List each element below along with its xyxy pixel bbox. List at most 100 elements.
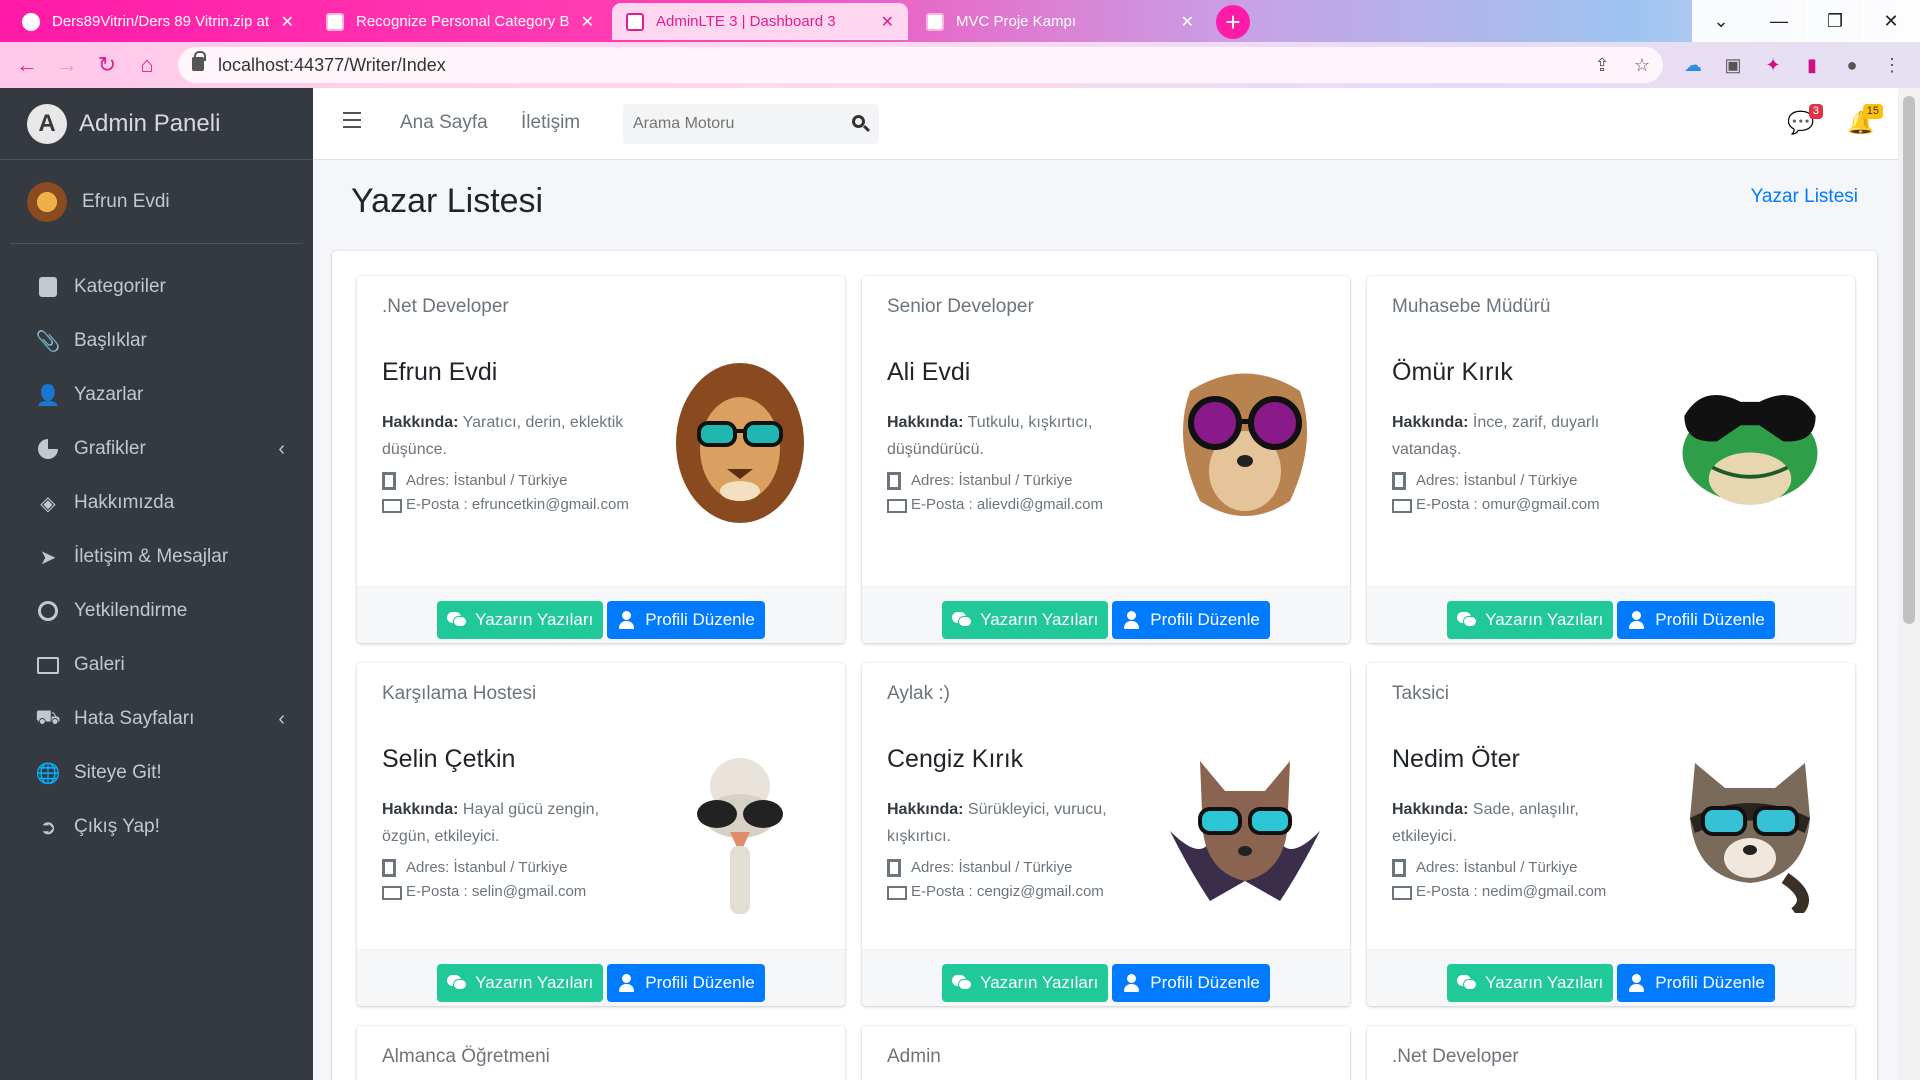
sidebar-item-label: Hakkımızda (74, 492, 175, 513)
tab-search-icon[interactable]: ⌄ (1692, 0, 1750, 42)
sidebar-item-label: Başlıklar (74, 330, 147, 351)
scrollbar-thumb[interactable] (1903, 96, 1915, 624)
clipboard-icon (36, 275, 60, 299)
forward-icon[interactable]: → (52, 50, 82, 80)
browser-tab-strip: Ders89Vitrin/Ders 89 Vitrin.zip at ✕ Rec… (0, 0, 1920, 42)
writer-name: Ömür Kırık (1392, 358, 1513, 386)
sidebar-item-hata-sayfalari[interactable]: ⛟ Hata Sayfaları ‹ (0, 692, 313, 746)
close-icon[interactable]: ✕ (581, 12, 594, 32)
tab-title: AdminLTE 3 | Dashboard 3 (656, 13, 836, 30)
sidebar-icon[interactable]: ▮ (1800, 53, 1824, 77)
breadcrumb[interactable]: Yazar Listesi (1751, 186, 1858, 208)
meerkat-icon (1182, 373, 1308, 516)
writer-name: Cengiz Kırık (887, 745, 1024, 773)
user-icon (1627, 973, 1647, 992)
writer-posts-button[interactable]: Yazarın Yazıları (942, 963, 1109, 1002)
about-label: Hakkında: (382, 801, 459, 818)
menu-icon[interactable]: ⋮ (1880, 53, 1904, 77)
search-input[interactable] (623, 104, 833, 144)
browser-tab[interactable]: Ders89Vitrin/Ders 89 Vitrin.zip at ✕ (8, 3, 308, 40)
address-bar[interactable]: localhost:44377/Writer/Index (178, 47, 1663, 83)
sidebar-item-grafikler[interactable]: Grafikler ‹ (0, 422, 313, 476)
writer-posts-button[interactable]: Yazarın Yazıları (1447, 600, 1614, 639)
brand-text: Admin Paneli (79, 109, 221, 137)
user-icon (617, 610, 637, 629)
writer-posts-button[interactable]: Yazarın Yazıları (437, 600, 604, 639)
comments-icon (1457, 974, 1478, 991)
writer-address: Adres: İstanbul / Türkiye (911, 859, 1073, 876)
close-icon[interactable]: ✕ (281, 12, 294, 32)
sidebar-item-yazarlar[interactable]: 👤 Yazarlar (0, 368, 313, 422)
brand-link[interactable]: A Admin Paneli (0, 88, 313, 160)
tab-title: MVC Proje Kampı (956, 13, 1077, 30)
card-footer: Yazarın Yazıları Profili Düzenle (1367, 949, 1855, 1006)
user-panel[interactable]: Efrun Evdi (10, 160, 303, 244)
minimize-icon[interactable]: — (1750, 0, 1808, 42)
writer-title: .Net Developer (1392, 1046, 1519, 1067)
about-label: Hakkında: (382, 414, 459, 431)
sidebar-item-cikis[interactable]: ➲ Çıkış Yap! (0, 800, 313, 854)
reload-icon[interactable]: ↻ (92, 50, 122, 80)
share-icon[interactable]: ⇪ (1590, 53, 1614, 77)
cloud-extension-icon[interactable]: ☁ (1681, 53, 1705, 77)
nav-link-contact[interactable]: İletişim (521, 112, 580, 134)
edit-profile-button[interactable]: Profili Düzenle (1112, 963, 1270, 1002)
edit-profile-button[interactable]: Profili Düzenle (1617, 600, 1775, 639)
back-icon[interactable]: ← (12, 50, 42, 80)
edit-profile-button[interactable]: Profili Düzenle (1112, 600, 1270, 639)
writer-card: Taksici Nedim Öter Hakkında: Sade, anlaş… (1367, 663, 1855, 1006)
nav-link-home[interactable]: Ana Sayfa (400, 112, 488, 134)
sidebar-item-siteye-git[interactable]: 🌐 Siteye Git! (0, 746, 313, 800)
profile-avatar-icon[interactable]: ● (1840, 53, 1864, 77)
sidebar-item-hakkimizda[interactable]: ◈ Hakkımızda (0, 476, 313, 530)
star-icon[interactable]: ☆ (1630, 53, 1654, 77)
document-icon (926, 12, 944, 31)
writer-posts-button[interactable]: Yazarın Yazıları (1447, 963, 1614, 1002)
writer-address: Adres: İstanbul / Türkiye (1416, 472, 1578, 489)
sidebar-item-kategoriler[interactable]: Kategoriler (0, 260, 313, 314)
user-icon (617, 973, 637, 992)
writer-info: Adres: İstanbul / Türkiye E-Posta : seli… (382, 856, 642, 904)
user-icon (1627, 610, 1647, 629)
search-icon[interactable] (851, 114, 871, 134)
edit-profile-button[interactable]: Profili Düzenle (607, 600, 765, 639)
writer-card: Senior Developer Ali Evdi Hakkında: Tutk… (862, 276, 1350, 643)
browser-tab-active[interactable]: AdminLTE 3 | Dashboard 3 ✕ (612, 3, 908, 40)
new-tab-button[interactable]: + (1216, 5, 1250, 39)
bell-icon[interactable]: 🔔 15 (1847, 104, 1883, 136)
sidebar-item-iletisim[interactable]: ➤ İletişim & Mesajlar (0, 530, 313, 584)
building-icon (1392, 856, 1416, 877)
envelope-icon (887, 493, 911, 513)
writer-avatar-bat (1170, 748, 1320, 913)
sidebar-item-label: Siteye Git! (74, 762, 162, 783)
home-icon[interactable]: ⌂ (132, 50, 162, 80)
messages-icon[interactable]: 💬 3 (1787, 104, 1823, 136)
browser-tab[interactable]: Recognize Personal Category Boo ✕ (312, 3, 608, 40)
writer-avatar-meerkat (1170, 361, 1320, 526)
writer-posts-button[interactable]: Yazarın Yazıları (942, 600, 1109, 639)
writer-posts-button[interactable]: Yazarın Yazıları (437, 963, 604, 1002)
sidebar-item-galeri[interactable]: Galeri (0, 638, 313, 692)
paper-plane-icon: ➤ (39, 546, 57, 569)
sidebar-item-basliklar[interactable]: 📎 Başlıklar (0, 314, 313, 368)
url-text: localhost:44377/Writer/Index (218, 54, 446, 75)
notifications-badge: 15 (1862, 104, 1883, 119)
extensions-icon[interactable]: ✦ (1761, 53, 1785, 77)
close-window-icon[interactable]: ✕ (1862, 0, 1920, 42)
edit-profile-button[interactable]: Profili Düzenle (1617, 963, 1775, 1002)
hamburger-menu-icon[interactable] (343, 112, 361, 128)
browser-tab[interactable]: MVC Proje Kampı ✕ (912, 3, 1208, 40)
restore-icon[interactable]: ❐ (1806, 0, 1864, 42)
envelope-icon (382, 493, 406, 513)
close-icon[interactable]: ✕ (881, 12, 894, 32)
about-label: Hakkında: (887, 801, 964, 818)
writer-email: E-Posta : alievdi@gmail.com (911, 496, 1103, 513)
off-extension-icon[interactable]: ▣ (1721, 53, 1745, 77)
sidebar-item-yetkilendirme[interactable]: Yetkilendirme (0, 584, 313, 638)
about-label: Hakkında: (1392, 414, 1469, 431)
close-icon[interactable]: ✕ (1181, 12, 1194, 32)
edit-profile-button[interactable]: Profili Düzenle (607, 963, 765, 1002)
document-icon (326, 12, 344, 31)
brand-logo-icon: A (27, 103, 67, 144)
writer-about: Hakkında: Sade, anlaşılır, etkileyici. (1392, 796, 1642, 850)
